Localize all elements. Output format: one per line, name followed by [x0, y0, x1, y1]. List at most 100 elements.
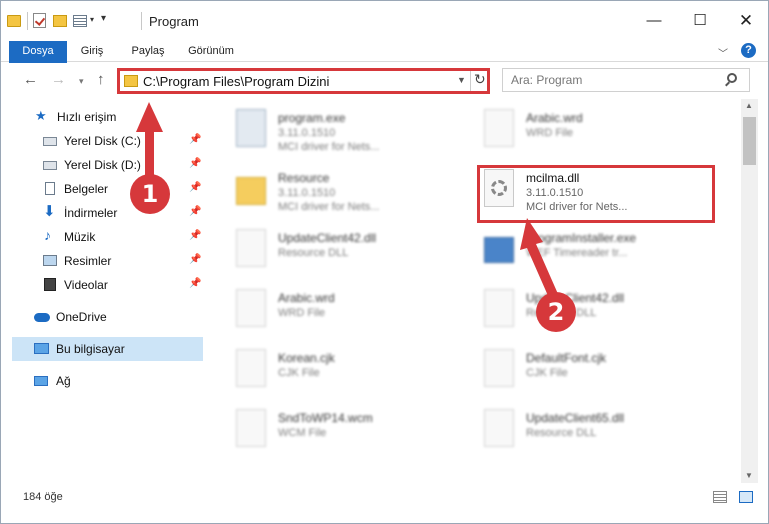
sidebar-item-label: Yerel Disk (C:)	[64, 134, 141, 148]
help-icon[interactable]: ?	[741, 43, 756, 58]
file-name: DefaultFont.cjk	[526, 351, 607, 365]
status-bar: 184 öğe	[1, 485, 768, 523]
list-item[interactable]: UpdateClient65.dll Resource DLL	[480, 403, 710, 459]
sidebar-item-onedrive[interactable]: OneDrive	[1, 305, 204, 329]
properties-check-icon[interactable]	[33, 13, 46, 28]
title-bar: ▾ ▾ Program — ☐ ✕	[1, 1, 768, 41]
list-item[interactable]: Arabic.wrd WRD File	[480, 103, 710, 159]
file-name: Resource	[278, 171, 330, 185]
download-icon: ⬇	[43, 203, 56, 220]
details-view-icon[interactable]	[713, 491, 727, 503]
list-item[interactable]: ProgramInstaller.exe WEF Timereader tr..…	[480, 223, 710, 279]
file-name: ProgramInstaller.exe	[526, 231, 637, 245]
sidebar-item-downloads[interactable]: ⬇ İndirmeler 📌	[1, 201, 204, 225]
sidebar-item-label: Yerel Disk (D:)	[64, 158, 141, 172]
cloud-icon	[34, 313, 50, 322]
customize-toolbar-icon[interactable]: ▾	[101, 13, 113, 31]
scroll-thumb[interactable]	[743, 117, 756, 165]
list-item[interactable]: Resource 3.11.0.1510 MCI driver for Nets…	[232, 163, 462, 219]
tab-view[interactable]: Görünüm	[179, 41, 243, 62]
list-item[interactable]: Korean.cjk CJK File	[232, 343, 462, 399]
dll-file-icon	[484, 409, 514, 447]
installer-icon	[484, 237, 514, 263]
file-description: MCI driver for Nets...	[278, 141, 380, 153]
back-arrow-icon[interactable]: ←	[23, 71, 38, 88]
document-file-icon	[236, 349, 266, 387]
pin-icon[interactable]: 📌	[189, 182, 201, 193]
expand-ribbon-icon[interactable]: ﹀	[718, 45, 728, 60]
address-path[interactable]: C:\Program Files\Program Dizini	[143, 74, 329, 89]
tiles-view-icon[interactable]	[739, 491, 753, 503]
sidebar-item-pictures[interactable]: Resimler 📌	[1, 249, 204, 273]
sidebar-item-label: İndirmeler	[64, 206, 118, 220]
pin-icon[interactable]: 📌	[189, 230, 201, 241]
dll-file-icon	[236, 229, 266, 267]
sidebar-item-label: Hızlı erişim	[57, 110, 117, 124]
new-folder-icon[interactable]	[53, 15, 67, 27]
vertical-scrollbar[interactable]: ▲ ▼	[741, 99, 758, 483]
list-item[interactable]: program.exe 3.11.0.1510 MCI driver for N…	[232, 103, 462, 159]
exe-file-icon	[236, 109, 266, 147]
close-button[interactable]: ✕	[723, 1, 769, 41]
document-file-icon	[484, 109, 514, 147]
minimize-button[interactable]: —	[631, 1, 677, 41]
sidebar-item-quick-access[interactable]: ★ Hızlı erişim	[1, 105, 204, 129]
sidebar-item-this-pc[interactable]: Bu bilgisayar	[12, 337, 203, 361]
star-icon: ★	[35, 108, 47, 123]
list-item[interactable]: DefaultFont.cjk CJK File	[480, 343, 710, 399]
drive-icon	[43, 161, 57, 170]
file-type: CJK File	[278, 367, 320, 379]
chevron-down-icon[interactable]: ▾	[90, 15, 94, 33]
forward-arrow-icon[interactable]: →	[51, 71, 66, 88]
list-item[interactable]: Arabic.wrd WRD File	[232, 283, 462, 339]
sidebar-item-label: Resimler	[64, 254, 112, 268]
file-type: Resource DLL	[526, 427, 597, 439]
toolbar-divider	[27, 12, 28, 30]
sidebar-item-label: Belgeler	[64, 182, 109, 196]
sidebar-item-label: Videolar	[64, 278, 108, 292]
sidebar-item-label: Ağ	[56, 374, 71, 388]
folder-icon	[124, 75, 138, 87]
sidebar-item-disk-d[interactable]: Yerel Disk (D:) 📌	[1, 153, 204, 177]
videos-icon	[44, 278, 56, 291]
pin-icon[interactable]: 📌	[189, 278, 201, 289]
view-list-icon[interactable]	[73, 15, 87, 27]
tab-home[interactable]: Giriş	[67, 41, 117, 62]
list-item[interactable]: UpdateClient42.dll Resource DLL	[232, 223, 462, 279]
pin-icon[interactable]: 📌	[189, 134, 201, 145]
file-version: 3.11.0.1510	[278, 127, 336, 139]
computer-icon	[34, 343, 49, 354]
file-type: WRD File	[526, 127, 574, 139]
sidebar-item-disk-c[interactable]: Yerel Disk (C:) 📌	[1, 129, 204, 153]
file-name: SndToWP14.wcm	[278, 411, 373, 425]
address-bar[interactable]: C:\Program Files\Program Dizini ▼ ↻	[117, 68, 490, 94]
document-file-icon	[236, 289, 266, 327]
sidebar-item-music[interactable]: ♪ Müzik 📌	[1, 225, 204, 249]
pictures-icon	[43, 255, 57, 266]
scroll-down-icon[interactable]: ▼	[745, 471, 753, 480]
tab-share[interactable]: Paylaş	[123, 41, 173, 62]
list-item[interactable]: UpdateClient42.dll Resource DLL	[480, 283, 710, 339]
maximize-button[interactable]: ☐	[677, 1, 723, 41]
pin-icon[interactable]: 📌	[189, 206, 201, 217]
search-icon[interactable]	[727, 73, 737, 83]
sidebar-item-documents[interactable]: Belgeler 📌	[1, 177, 204, 201]
sidebar-item-videos[interactable]: Videolar 📌	[1, 273, 204, 297]
list-item[interactable]: SndToWP14.wcm WCM File	[232, 403, 462, 459]
pin-icon[interactable]: 📌	[189, 158, 201, 169]
recent-locations-icon[interactable]: ▾	[79, 76, 84, 87]
search-input[interactable]: Ara: Program	[511, 73, 582, 87]
chevron-down-icon[interactable]: ▼	[457, 75, 466, 85]
scroll-up-icon[interactable]: ▲	[745, 101, 753, 110]
refresh-icon[interactable]: ↻	[474, 71, 486, 88]
file-name: Arabic.wrd	[278, 291, 335, 305]
dll-file-icon	[484, 289, 514, 327]
step-badge-2: 2	[536, 292, 576, 332]
file-type: CJK File	[526, 367, 568, 379]
pin-icon[interactable]: 📌	[189, 254, 201, 265]
sidebar-item-network[interactable]: Ağ	[1, 369, 204, 393]
sidebar-item-label: Müzik	[64, 230, 96, 244]
search-box[interactable]: Ara: Program	[502, 68, 750, 92]
up-arrow-icon[interactable]: ↑	[97, 71, 105, 88]
navigation-pane: ★ Hızlı erişim Yerel Disk (C:) 📌 Yerel D…	[1, 99, 208, 483]
